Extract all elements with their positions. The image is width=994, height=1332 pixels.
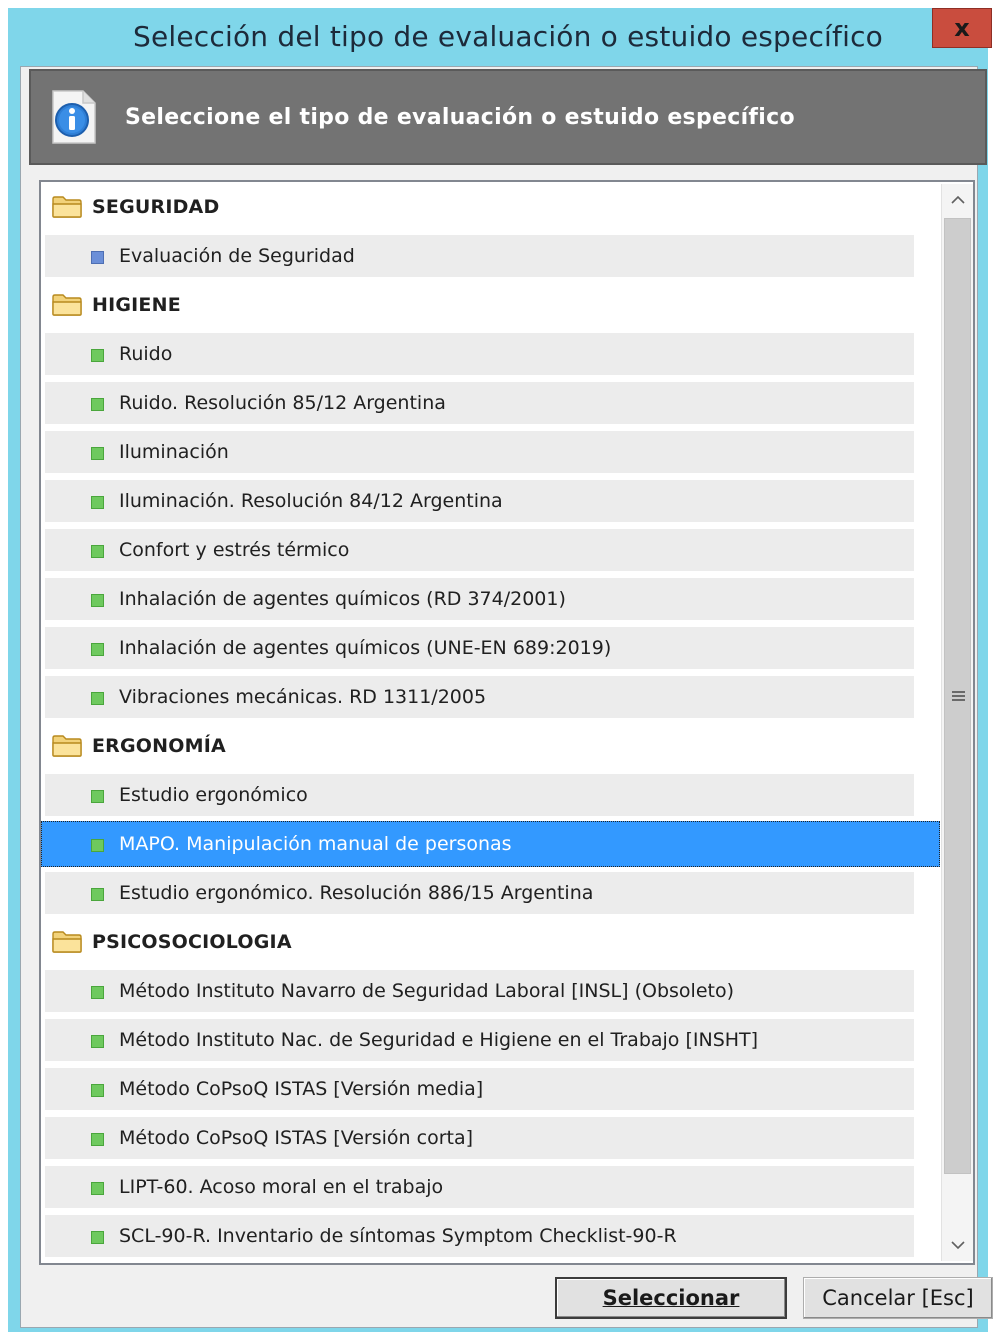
- dialog-body: Seleccione el tipo de evaluación o estui…: [20, 66, 993, 1328]
- close-button[interactable]: x: [932, 8, 992, 48]
- list-item-label: MAPO. Manipulación manual de personas: [119, 833, 512, 855]
- bullet-icon: [91, 692, 104, 705]
- list-item-label: SCL-90-R. Inventario de síntomas Symptom…: [119, 1225, 677, 1247]
- grip-icon: [952, 691, 965, 701]
- bullet-icon: [91, 1035, 104, 1048]
- list-item-label: Estudio ergonómico. Resolución 886/15 Ar…: [119, 882, 594, 904]
- list-item-selected[interactable]: MAPO. Manipulación manual de personas: [41, 821, 940, 867]
- bullet-icon: [91, 643, 104, 656]
- bullet-icon: [91, 251, 104, 264]
- list-item-label: Ruido. Resolución 85/12 Argentina: [119, 392, 446, 414]
- scroll-thumb[interactable]: [944, 218, 971, 1174]
- folder-icon: [51, 930, 83, 954]
- category-header[interactable]: ERGONOMÍA: [45, 725, 914, 767]
- list-item-label: Método CoPsoQ ISTAS [Versión media]: [119, 1078, 484, 1100]
- list-item[interactable]: Método CoPsoQ ISTAS [Versión corta]: [45, 1117, 914, 1159]
- bullet-icon: [91, 398, 104, 411]
- list-item-label: Confort y estrés térmico: [119, 539, 350, 561]
- select-button[interactable]: Seleccionar: [555, 1277, 787, 1319]
- bullet-icon: [91, 545, 104, 558]
- select-button-label: Seleccionar: [602, 1286, 740, 1310]
- chevron-up-icon: [950, 195, 965, 204]
- list-item-label: Inhalación de agentes químicos (UNE-EN 6…: [119, 637, 612, 659]
- bullet-icon: [91, 1084, 104, 1097]
- chevron-down-icon: [950, 1241, 965, 1250]
- title-bar[interactable]: Selección del tipo de evaluación o estui…: [8, 8, 992, 66]
- list-item-label: LIPT-60. Acoso moral en el trabajo: [119, 1176, 444, 1198]
- category-header[interactable]: PSICOSOCIOLOGIA: [45, 921, 914, 963]
- bullet-icon: [91, 496, 104, 509]
- bullet-icon: [91, 1133, 104, 1146]
- window-title: Selección del tipo de evaluación o estui…: [133, 20, 883, 53]
- list-item[interactable]: Ruido: [45, 333, 914, 375]
- list-item[interactable]: Inhalación de agentes químicos (RD 374/2…: [45, 578, 914, 620]
- category-label: ERGONOMÍA: [92, 735, 226, 757]
- list-item-label: Iluminación. Resolución 84/12 Argentina: [119, 490, 503, 512]
- list-item-label: Vibraciones mecánicas. RD 1311/2005: [119, 686, 487, 708]
- bullet-icon: [91, 1182, 104, 1195]
- cancel-button[interactable]: Cancelar [Esc]: [803, 1277, 993, 1319]
- bullet-icon: [91, 447, 104, 460]
- bullet-icon: [91, 790, 104, 803]
- list-item-label: Inhalación de agentes químicos (RD 374/2…: [119, 588, 566, 610]
- list-item[interactable]: Iluminación. Resolución 84/12 Argentina: [45, 480, 914, 522]
- list-item-label: Método Instituto Nac. de Seguridad e Hig…: [119, 1029, 759, 1051]
- cancel-button-label: Cancelar [Esc]: [822, 1286, 974, 1310]
- info-icon: [49, 87, 99, 147]
- category-header[interactable]: SEGURIDAD: [45, 186, 914, 228]
- list-item[interactable]: Vibraciones mecánicas. RD 1311/2005: [45, 676, 914, 718]
- scroll-down-button[interactable]: [942, 1229, 973, 1261]
- list-item[interactable]: Estudio ergonómico. Resolución 886/15 Ar…: [45, 872, 914, 914]
- list-item[interactable]: Método Instituto Nac. de Seguridad e Hig…: [45, 1019, 914, 1061]
- list-item-label: Método Instituto Navarro de Seguridad La…: [119, 980, 734, 1002]
- bullet-icon: [91, 1231, 104, 1244]
- vertical-scrollbar[interactable]: [941, 184, 973, 1261]
- header-panel: Seleccione el tipo de evaluación o estui…: [29, 69, 987, 165]
- list-item[interactable]: Iluminación: [45, 431, 914, 473]
- list-item[interactable]: SCL-90-R. Inventario de síntomas Symptom…: [45, 1215, 914, 1257]
- list-item[interactable]: Método CoPsoQ ISTAS [Versión media]: [45, 1068, 914, 1110]
- close-icon: x: [954, 14, 970, 42]
- folder-icon: [51, 734, 83, 758]
- list-item[interactable]: Método Instituto Navarro de Seguridad La…: [45, 970, 914, 1012]
- list-item[interactable]: Confort y estrés térmico: [45, 529, 914, 571]
- list-item[interactable]: Ruido. Resolución 85/12 Argentina: [45, 382, 914, 424]
- category-label: HIGIENE: [92, 294, 181, 316]
- list-item[interactable]: LIPT-60. Acoso moral en el trabajo: [45, 1166, 914, 1208]
- list-item-label: Iluminación: [119, 441, 229, 463]
- dialog-window: Selección del tipo de evaluación o estui…: [8, 8, 993, 1332]
- bullet-icon: [91, 986, 104, 999]
- bullet-icon: [91, 888, 104, 901]
- list-item[interactable]: Estudio ergonómico: [45, 774, 914, 816]
- folder-icon: [51, 293, 83, 317]
- list-item-label: Método CoPsoQ ISTAS [Versión corta]: [119, 1127, 474, 1149]
- list-item-label: Estudio ergonómico: [119, 784, 308, 806]
- category-label: PSICOSOCIOLOGIA: [92, 931, 292, 953]
- bullet-icon: [91, 839, 104, 852]
- scroll-up-button[interactable]: [942, 184, 973, 216]
- evaluation-type-list[interactable]: SEGURIDAD Evaluación de Seguridad HIGIENE R…: [39, 180, 975, 1265]
- bullet-icon: [91, 349, 104, 362]
- category-header[interactable]: HIGIENE: [45, 284, 914, 326]
- list-item-label: Evaluación de Seguridad: [119, 245, 355, 267]
- list-item[interactable]: Evaluación de Seguridad: [45, 235, 914, 277]
- category-label: SEGURIDAD: [92, 196, 220, 218]
- list-item[interactable]: Inhalación de agentes químicos (UNE-EN 6…: [45, 627, 914, 669]
- list-item-label: Ruido: [119, 343, 173, 365]
- bullet-icon: [91, 594, 104, 607]
- folder-icon: [51, 195, 83, 219]
- header-instruction: Seleccione el tipo de evaluación o estui…: [125, 105, 795, 130]
